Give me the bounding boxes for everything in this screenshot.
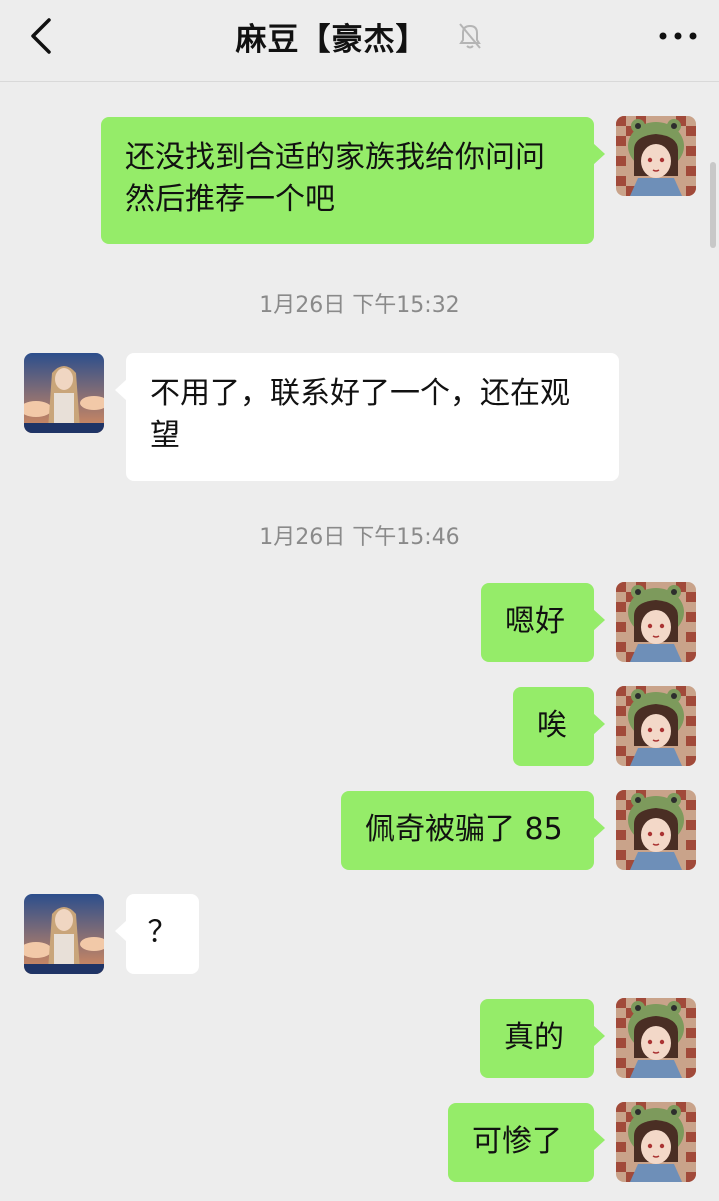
outgoing-bubble[interactable]: 可惨了 [448, 1103, 605, 1182]
title-area: 麻豆【豪杰】 [0, 14, 719, 58]
message-list: 还没找到合适的家族我给你问问然后推荐一个吧 1月26日 下午15:32 不用了，… [0, 83, 719, 1201]
message-text: 可惨了 [472, 1124, 562, 1159]
bell-off-icon [456, 22, 484, 50]
top-bar: 麻豆【豪杰】 [0, 0, 719, 82]
more-horizontal-icon [659, 32, 697, 40]
chat-title: 麻豆【豪杰】 [235, 21, 428, 58]
frog-hat-girl-avatar-icon [616, 1102, 696, 1182]
message-row-outgoing: 可惨了 [0, 83, 719, 1193]
more-options-button[interactable] [649, 14, 707, 58]
bubble-tail [593, 1129, 605, 1151]
my-avatar[interactable] [616, 1102, 696, 1182]
